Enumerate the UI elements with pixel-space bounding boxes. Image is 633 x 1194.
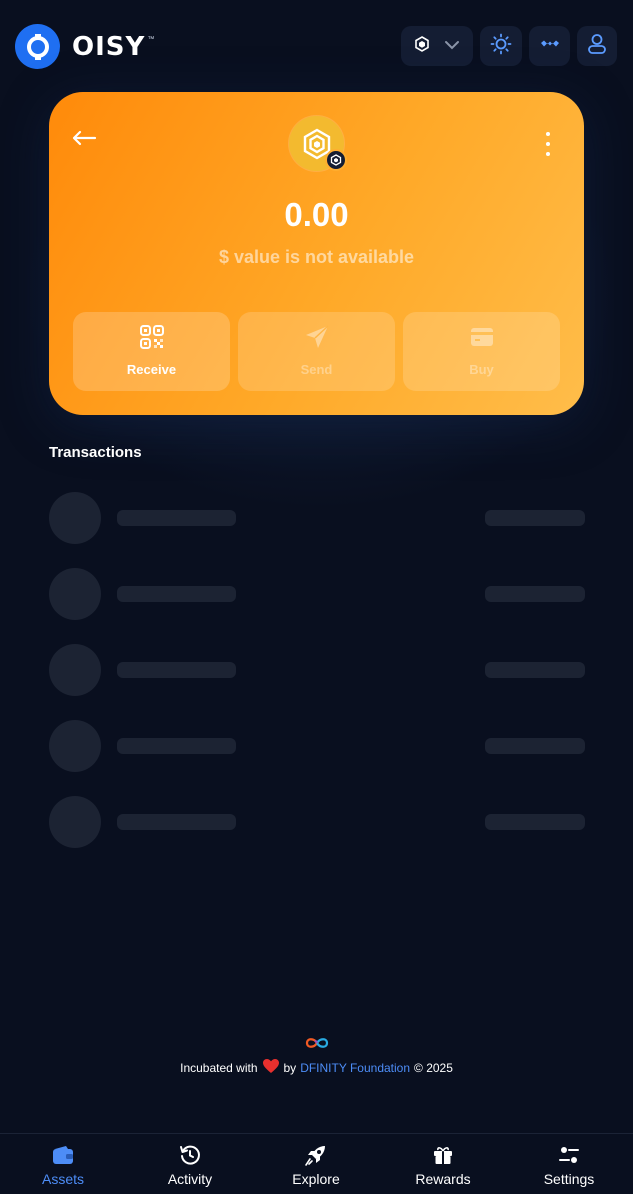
skeleton-text	[117, 662, 236, 678]
receive-label: Receive	[126, 362, 177, 377]
dfinity-link[interactable]: DFINITY Foundation	[300, 1061, 410, 1075]
nav-item-assets[interactable]: Assets	[0, 1134, 126, 1194]
footer-credit: Incubated with by DFINITY Foundation © 2…	[0, 1058, 633, 1077]
transaction-skeleton-row	[49, 568, 585, 620]
infinity-icon	[305, 1036, 329, 1054]
skeleton-avatar	[49, 796, 101, 848]
send-label: Send	[300, 362, 333, 377]
user-icon	[587, 33, 607, 60]
skeleton-text	[117, 586, 236, 602]
transactions-title: Transactions	[49, 444, 142, 461]
card-icon	[403, 324, 560, 350]
skeleton-amount	[485, 586, 585, 602]
nav-item-activity[interactable]: Activity	[127, 1134, 253, 1194]
send-button[interactable]: Send	[238, 312, 395, 391]
token-logo	[289, 116, 347, 172]
arrow-left-icon	[71, 130, 97, 151]
transaction-skeleton-row	[49, 796, 585, 848]
nav-label: Explore	[292, 1171, 340, 1187]
network-selector[interactable]	[401, 26, 473, 66]
nav-item-explore[interactable]: Explore	[253, 1134, 379, 1194]
nav-label: Settings	[543, 1171, 595, 1187]
walletconnect-button[interactable]	[529, 26, 570, 66]
dot-icon	[546, 132, 550, 136]
skeleton-amount	[485, 510, 585, 526]
footer-suffix: © 2025	[414, 1060, 453, 1075]
oisy-logo-icon	[15, 24, 60, 69]
receive-button[interactable]: Receive	[73, 312, 230, 391]
more-options-button[interactable]	[542, 132, 554, 156]
chevron-down-icon	[444, 37, 460, 55]
dot-icon	[546, 142, 550, 146]
skeleton-text	[117, 814, 236, 830]
heart-icon	[262, 1058, 280, 1077]
skeleton-avatar	[49, 644, 101, 696]
footer-by: by	[283, 1060, 297, 1075]
oisy-logo[interactable]: OISY ™	[15, 24, 154, 69]
transaction-skeleton-row	[49, 492, 585, 544]
send-icon	[238, 324, 395, 350]
bnb-icon	[414, 35, 430, 57]
buy-button[interactable]: Buy	[403, 312, 560, 391]
transaction-skeleton-row	[49, 720, 585, 772]
qr-code-icon	[73, 324, 230, 350]
sliders-icon	[558, 1143, 580, 1167]
rocket-icon	[304, 1143, 328, 1167]
logo-trademark: ™	[147, 36, 155, 43]
buy-label: Buy	[469, 362, 494, 377]
network-badge-icon	[325, 149, 347, 171]
skeleton-text	[117, 510, 236, 526]
nav-label: Rewards	[415, 1171, 471, 1187]
token-balance: 0.00	[284, 196, 349, 233]
walletconnect-icon	[539, 37, 561, 56]
nav-item-settings[interactable]: Settings	[506, 1134, 632, 1194]
usd-value-note: $ value is not available	[218, 247, 415, 267]
dot-icon	[546, 152, 550, 156]
transaction-skeleton-row	[49, 644, 585, 696]
footer-prefix: Incubated with	[180, 1060, 258, 1075]
nav-label: Assets	[41, 1171, 84, 1187]
back-button[interactable]	[71, 128, 103, 152]
skeleton-amount	[485, 738, 585, 754]
skeleton-text	[117, 738, 236, 754]
user-menu-button[interactable]	[577, 26, 617, 66]
nav-label: Activity	[167, 1171, 213, 1187]
skeleton-avatar	[49, 568, 101, 620]
skeleton-amount	[485, 662, 585, 678]
app-header: OISY ™	[0, 0, 633, 92]
wallet-icon	[52, 1143, 74, 1167]
nav-item-rewards[interactable]: Rewards	[380, 1134, 506, 1194]
bottom-navigation: Assets Activity Explore Rewards Settings	[0, 1133, 633, 1194]
skeleton-avatar	[49, 720, 101, 772]
history-icon	[179, 1143, 201, 1167]
token-card: 0.00 $ value is not available Receive Se…	[49, 92, 584, 415]
gift-icon	[432, 1143, 454, 1167]
logo-text: OISY	[72, 31, 146, 62]
sun-icon	[490, 33, 512, 60]
skeleton-avatar	[49, 492, 101, 544]
skeleton-amount	[485, 814, 585, 830]
theme-toggle-button[interactable]	[480, 26, 522, 66]
